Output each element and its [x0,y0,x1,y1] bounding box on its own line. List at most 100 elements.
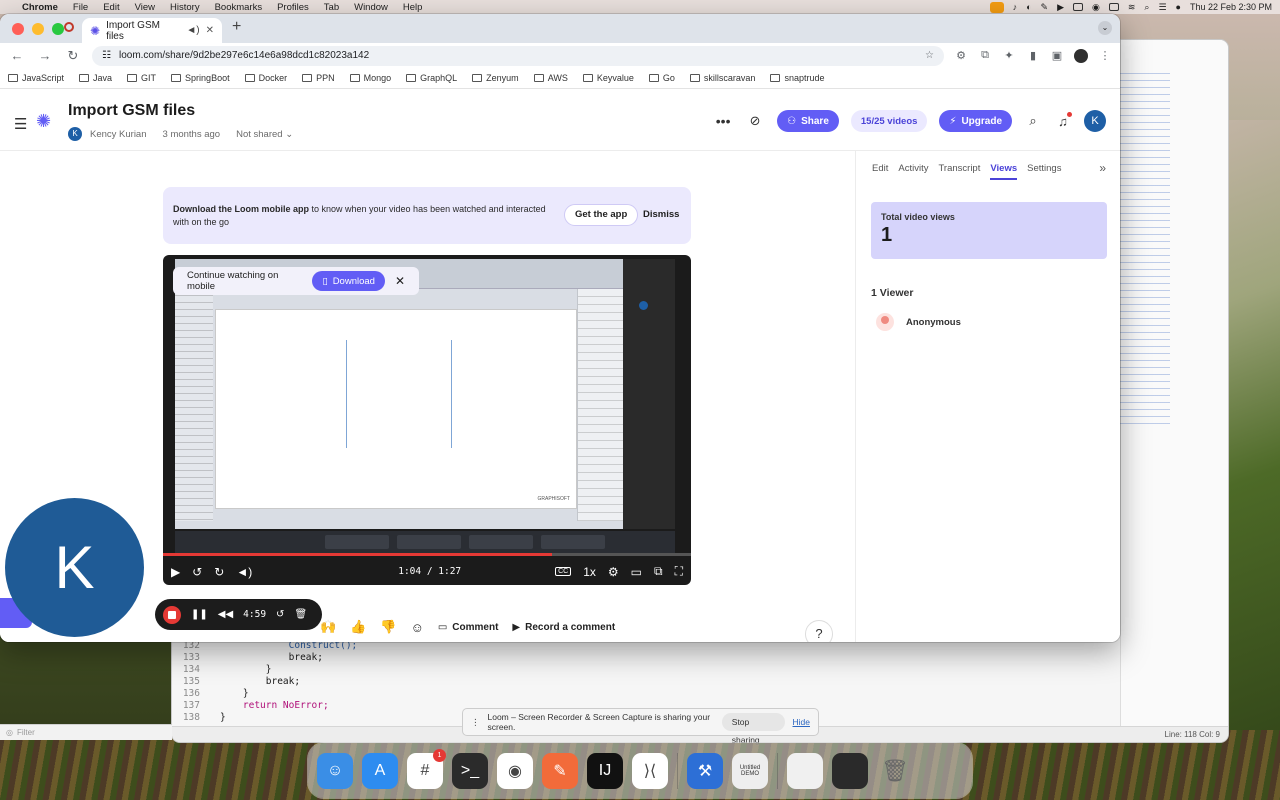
video-progress-bar[interactable] [163,553,691,556]
browser-tab-active[interactable]: ✺ Import GSM files ◄) ✕ [82,18,222,43]
finder-icon[interactable]: ☺ [317,752,353,789]
video-count-badge[interactable]: 15/25 videos [850,110,928,132]
close-tab-icon[interactable]: ✕ [206,25,214,36]
menu-file[interactable]: File [73,2,88,13]
video-title[interactable]: Import GSM files [68,102,195,120]
stop-recording-button[interactable] [163,605,181,624]
filter-bar[interactable]: ◎ Filter [0,724,172,740]
wifi-icon[interactable]: ≋ [1128,2,1136,13]
chapter-thumb[interactable] [397,535,461,549]
theater-mode-icon[interactable]: ▭ [631,565,642,579]
bookmark-item[interactable]: GIT [127,73,156,83]
bookmark-item[interactable]: Java [79,73,112,83]
forward-5-icon[interactable]: ↻ [214,565,224,579]
help-button[interactable]: ? [805,620,833,642]
control-center-icon[interactable]: ☰ [1158,2,1166,13]
download-button[interactable]: ▯ Download [312,271,385,291]
forward-icon[interactable]: → [36,48,54,63]
bookmark-item[interactable]: PPN [302,73,335,83]
rewind-icon[interactable]: ◀◀ [218,609,233,620]
play-button-icon[interactable]: ▶ [171,565,180,579]
bookmark-item[interactable]: snaptrude [770,73,824,83]
bookmark-item[interactable]: AWS [533,73,568,83]
add-reaction-icon[interactable]: ☺ [411,620,424,635]
profile-avatar[interactable] [1074,48,1088,63]
notifications-bell-icon[interactable]: ♫ [1054,111,1072,129]
reload-icon[interactable]: ↻ [64,48,82,64]
close-window-button[interactable] [12,23,24,35]
camera-bubble[interactable]: K [5,498,144,637]
fullscreen-icon[interactable]: ⛶ [675,564,683,579]
volume-icon[interactable]: ◄) [236,565,252,579]
vscode-icon[interactable]: ⟩⟨ [632,752,668,789]
record-comment-button[interactable]: ▶ Record a comment [512,622,615,633]
menu-history[interactable]: History [170,2,200,13]
settings-gear-icon[interactable]: ⚙ [608,565,619,579]
preview-document-icon[interactable]: Untitled DEMO [732,752,768,789]
microphone-icon[interactable] [989,1,1004,13]
terminal-icon[interactable]: >_ [452,752,488,789]
search-icon[interactable]: ⌕ [1144,2,1149,13]
comment-button[interactable]: ▭ Comment [438,622,499,633]
chapter-thumb[interactable] [541,535,605,549]
bookmark-item[interactable]: Keyvalue [582,73,634,83]
menu-icon[interactable]: ☰ [14,115,27,133]
menu-app-name[interactable]: Chrome [22,2,58,13]
bookmark-star-icon[interactable]: ☆ [925,50,934,61]
side-panel-icon[interactable]: ▮ [1026,49,1040,63]
restart-icon[interactable]: ↺ [276,609,284,620]
tab-activity[interactable]: Activity [898,163,928,180]
code-text[interactable]: break; [220,652,323,664]
menu-edit[interactable]: Edit [103,2,119,13]
collapse-panel-icon[interactable]: » [1099,161,1106,175]
chapter-thumb[interactable] [469,535,533,549]
bookmark-item[interactable]: Mongo [349,73,391,83]
raised-hands-emoji-icon[interactable]: 🙌 [320,619,336,635]
tab-groups-icon[interactable]: ▣ [1050,49,1064,63]
extension-icon-2[interactable]: ⧉ [978,49,992,63]
hide-notification-link[interactable]: Hide [793,717,810,727]
pause-icon[interactable]: ❚❚ [191,609,208,620]
menu-profiles[interactable]: Profiles [277,2,309,13]
slack-icon[interactable]: #1 [407,748,446,789]
sharing-status-dropdown[interactable]: Not shared ⌄ [236,129,293,140]
tab-transcript[interactable]: Transcript [938,163,980,180]
new-tab-icon[interactable]: + [232,18,241,36]
video-player[interactable]: GRAPHISOFT Continue watching on mobile ▯… [163,255,691,585]
upgrade-button[interactable]: ⚡ Upgrade [939,110,1012,132]
share-button[interactable]: ⚇ Share [777,110,839,132]
close-popup-icon[interactable]: ✕ [395,274,405,288]
window-thumbnail-icon[interactable] [787,752,823,789]
chapter-thumb[interactable] [325,535,389,549]
extensions-puzzle-icon[interactable]: ✦ [1002,49,1016,63]
menu-bookmarks[interactable]: Bookmarks [215,2,263,13]
xcode-icon[interactable]: ⚒ [687,752,723,789]
play-icon[interactable]: ▶ [1057,2,1064,13]
tab-edit[interactable]: Edit [872,163,888,180]
extension-icon-1[interactable]: ⚙ [954,49,968,63]
more-options-icon[interactable]: ••• [713,113,733,129]
banner-bold-text[interactable]: Download the Loom mobile app [173,204,309,214]
stop-sharing-button[interactable]: Stop sharing [721,713,785,745]
menu-window[interactable]: Window [354,2,388,13]
edit-icon[interactable]: ✎ [1041,2,1049,13]
audio-playing-icon[interactable]: ◄) [186,25,199,36]
menu-help[interactable]: Help [403,2,423,13]
clock[interactable]: Thu 22 Feb 2:30 PM [1190,2,1272,12]
user-avatar[interactable]: K [1084,110,1106,132]
brightness-icon[interactable]: ◐ [1026,2,1031,12]
viewer-row[interactable]: Anonymous [876,313,961,331]
bookmark-item[interactable]: Docker [244,73,287,83]
playback-speed-button[interactable]: 1x [583,565,596,579]
tab-search-icon[interactable]: ⌄ [1098,21,1112,35]
bookmark-item[interactable]: SpringBoot [171,73,230,83]
code-text[interactable]: return NoError; [220,700,329,712]
thumbs-down-emoji-icon[interactable]: 👎 [380,619,396,635]
trash-icon[interactable]: 🗑 [877,753,913,789]
chrome-menu-icon[interactable]: ⋮ [1098,49,1112,63]
dismiss-button[interactable]: Dismiss [643,204,679,226]
copy-link-icon[interactable]: ⊘ [745,113,765,129]
trash-icon[interactable]: 🗑 [294,609,307,620]
screen-icon[interactable] [1072,3,1083,11]
chrome-icon[interactable]: ◉ [497,752,533,789]
